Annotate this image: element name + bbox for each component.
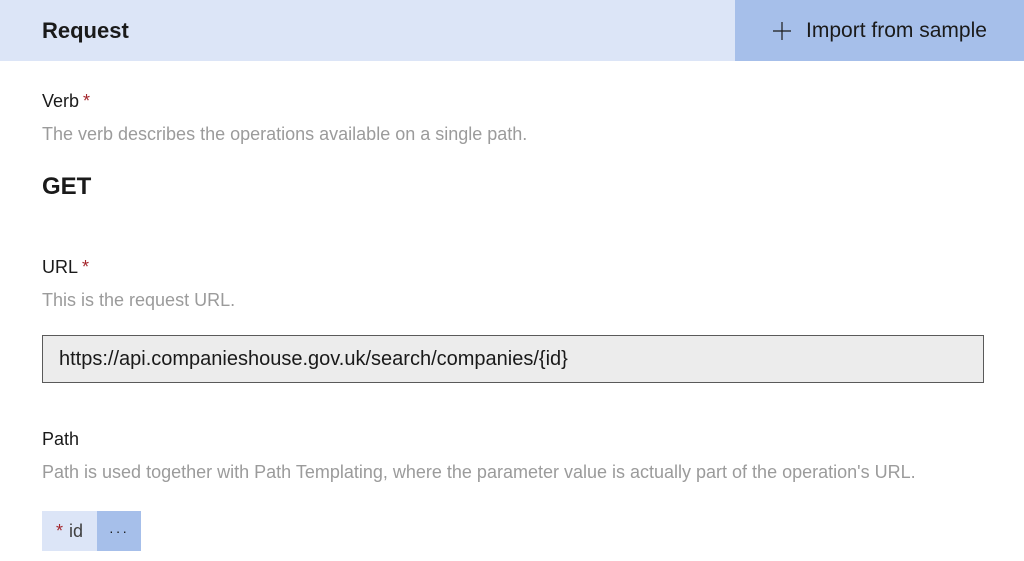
path-description: Path is used together with Path Templati… — [42, 462, 982, 483]
header-bar: Request Import from sample — [0, 0, 1024, 61]
path-section: Path Path is used together with Path Tem… — [42, 429, 982, 551]
url-section: URL* This is the request URL. — [42, 257, 982, 383]
verb-label-text: Verb — [42, 91, 79, 111]
verb-section: Verb* The verb describes the operations … — [42, 91, 982, 201]
ellipsis-icon: ··· — [109, 523, 129, 539]
section-title: Request — [0, 0, 735, 61]
url-label: URL* — [42, 257, 982, 278]
verb-value: GET — [42, 173, 982, 201]
section-title-text: Request — [42, 18, 129, 44]
path-param-more-button[interactable]: ··· — [97, 511, 141, 551]
verb-description: The verb describes the operations availa… — [42, 124, 982, 145]
path-label: Path — [42, 429, 982, 450]
plus-icon — [772, 21, 792, 41]
import-button-label: Import from sample — [806, 19, 987, 43]
url-input[interactable] — [42, 335, 984, 383]
path-param-chip: * id ··· — [42, 511, 141, 551]
required-star: * — [82, 257, 89, 277]
import-from-sample-button[interactable]: Import from sample — [735, 0, 1024, 61]
verb-label: Verb* — [42, 91, 982, 112]
path-param-name: id — [69, 521, 83, 542]
url-label-text: URL — [42, 257, 78, 277]
path-param-label[interactable]: * id — [42, 511, 97, 551]
url-description: This is the request URL. — [42, 290, 982, 311]
content-area: Verb* The verb describes the operations … — [0, 61, 1024, 551]
required-star: * — [83, 91, 90, 111]
required-star: * — [56, 521, 63, 542]
